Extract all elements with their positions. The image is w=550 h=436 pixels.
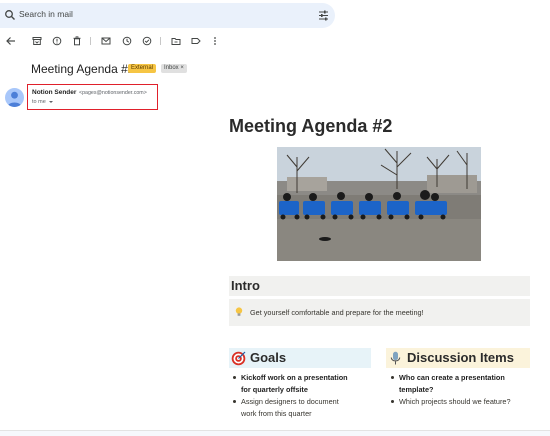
- list-item-text: for quarterly offsite: [241, 385, 308, 394]
- more-icon[interactable]: [210, 36, 220, 46]
- goals-list-item: Kickoff work on a presentation for quart…: [233, 372, 348, 396]
- sender-name[interactable]: Notion Sender: [32, 89, 76, 96]
- list-item-text: Who can create a presentation: [399, 373, 505, 382]
- list-item-text: Which projects should we feature?: [399, 397, 511, 406]
- target-icon: [231, 351, 246, 366]
- intro-callout: Get yourself comfortable and prepare for…: [229, 299, 530, 326]
- chevron-down-icon[interactable]: [49, 101, 53, 103]
- hero-image: [277, 147, 481, 261]
- list-item-text: work from this quarter: [241, 409, 312, 418]
- sender-email: <pages@notionsender.com>: [79, 90, 147, 96]
- list-item-text: Assign designers to document: [241, 397, 339, 406]
- search-input[interactable]: Search in mail: [19, 9, 73, 19]
- sender-highlight-box: [27, 84, 158, 110]
- goals-heading-text: Goals: [250, 350, 287, 365]
- report-spam-icon[interactable]: [52, 36, 62, 46]
- snooze-icon[interactable]: [122, 36, 132, 46]
- list-item-text: Kickoff work on a presentation: [241, 373, 348, 382]
- search-options-icon[interactable]: [318, 10, 329, 21]
- person-icon: [7, 91, 22, 107]
- goals-list-item: Assign designers to document work from t…: [233, 396, 339, 420]
- toolbar-divider: [90, 37, 91, 45]
- list-item-text: template?: [399, 385, 434, 394]
- document-title: Meeting Agenda #2: [229, 116, 393, 136]
- sender-avatar[interactable]: [5, 88, 24, 107]
- discussion-list-item: Who can create a presentation template?: [391, 372, 505, 396]
- search-icon[interactable]: [4, 9, 16, 21]
- external-badge: External: [128, 64, 157, 73]
- move-to-icon[interactable]: [171, 36, 181, 46]
- callout-text: Get yourself comfortable and prepare for…: [250, 308, 424, 317]
- intro-heading: Intro: [229, 276, 530, 296]
- discussion-heading: Discussion Items: [386, 348, 530, 368]
- gmail-message-view: Search in mail Meeting Agenda #2 Externa…: [0, 0, 550, 436]
- mark-unread-icon[interactable]: [101, 36, 111, 46]
- label-icon[interactable]: [191, 36, 201, 46]
- back-icon[interactable]: [6, 36, 16, 46]
- intro-heading-text: Intro: [231, 278, 260, 293]
- add-task-icon[interactable]: [142, 36, 152, 46]
- recipient-details[interactable]: to me: [32, 99, 46, 105]
- search-bar[interactable]: Search in mail: [0, 3, 335, 28]
- toolbar-divider: [160, 37, 161, 45]
- inbox-label-chip[interactable]: Inbox ×: [161, 64, 187, 73]
- archive-icon[interactable]: [32, 36, 42, 46]
- email-subject: Meeting Agenda #2: [31, 62, 135, 76]
- goals-heading: Goals: [229, 348, 371, 368]
- message-toolbar: [0, 33, 550, 49]
- delete-icon[interactable]: [72, 36, 82, 46]
- discussion-list-item: Which projects should we feature?: [391, 396, 511, 408]
- lightbulb-icon: [235, 307, 243, 316]
- discussion-heading-text: Discussion Items: [407, 350, 514, 365]
- microphone-icon: [390, 351, 401, 365]
- bottom-edge: [0, 430, 550, 436]
